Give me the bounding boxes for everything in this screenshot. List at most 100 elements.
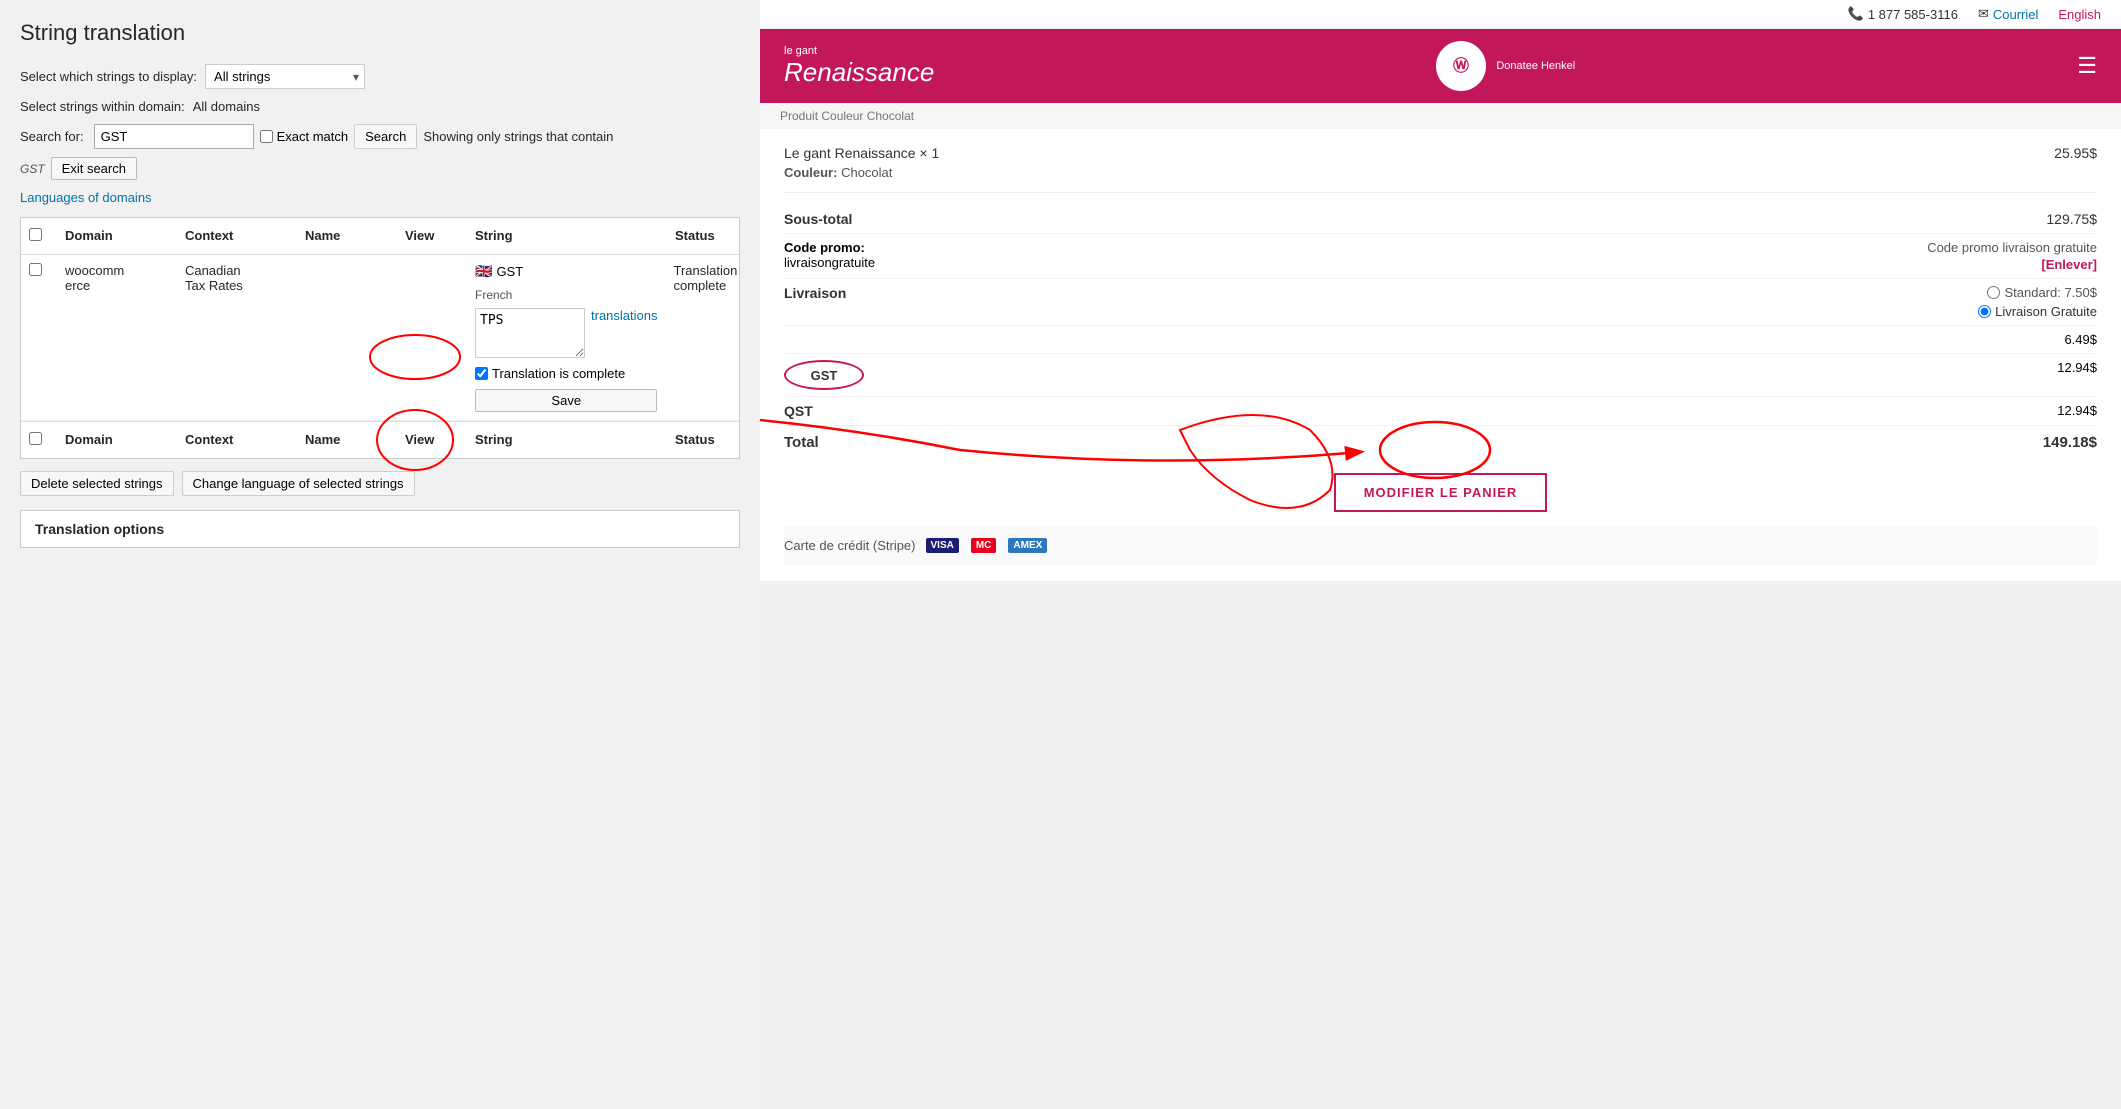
table-footer-header: Domain Context Name View String Status [21,421,739,458]
payment-row: Carte de crédit (Stripe) VISA MC AMEX [784,526,2097,565]
logo-svg: Ⓦ [1436,41,1486,91]
shipping-standard-radio[interactable] [1987,286,2000,299]
french-input-row: TPS translations [475,308,657,358]
search-button[interactable]: Search [354,124,417,149]
modifier-panier-button[interactable]: MODIFIER LE PANIER [1334,473,1548,512]
col-context: Context [177,224,297,248]
display-select-row: Select which strings to display: All str… [20,64,740,89]
row-string-cell: 🇬🇧 GST French TPS translations Translati… [467,259,665,416]
promo-code: livraisongratuite [784,255,875,270]
display-select-wrapper: All strings Untranslated strings Transla… [205,64,365,89]
right-panel: 📞 1 877 585-3116 ✉ Courriel English le g… [760,0,2121,1109]
languages-of-domains-link[interactable]: Languages of domains [20,190,152,205]
footer-col-context: Context [177,428,297,452]
phone-info: 📞 1 877 585-3116 [1848,6,1958,22]
product-price: 25.95$ [2054,145,2097,161]
footer-col-view: View [397,428,467,452]
qst-value: 12.94$ [2057,403,2097,419]
logo-icon: Ⓦ [1436,41,1486,91]
select-all-checkbox[interactable] [29,228,42,241]
courriel-info: ✉ Courriel [1978,6,2038,22]
footer-col-string: String [467,428,667,452]
exact-match-label: Exact match [277,129,349,144]
row-domain: woocommerce [57,259,177,297]
cart-content: Le gant Renaissance × 1 Couleur: Chocola… [760,129,2121,581]
promo-label-text: Code promo: [784,240,865,255]
french-translation-input[interactable]: TPS [475,308,585,358]
showing-text: Showing only strings that contain [423,129,613,144]
row-view [397,259,467,267]
row-name [297,259,397,267]
phone-number: 1 877 585-3116 [1868,7,1958,22]
total-value: 149.18$ [2043,434,2097,451]
product-row: Le gant Renaissance × 1 Couleur: Chocola… [784,145,2097,193]
domain-select-row: Select strings within domain: All domain… [20,99,740,114]
hamburger-menu[interactable]: ☰ [2077,53,2097,79]
language-toggle[interactable]: English [2058,7,2101,22]
promo-label: Code promo: livraisongratuite [784,240,875,270]
string-en-value: GST [496,264,523,279]
search-label: Search for: [20,129,84,144]
footer-select-all-checkbox[interactable] [29,432,42,445]
qst-row: QST 12.94$ [784,397,2097,426]
product-detail-label: Couleur: [784,165,837,180]
strings-table: Domain Context Name View String Status w… [20,217,740,459]
site-logo: le gant Renaissance [784,45,934,88]
domain-select-value: All domains [193,99,260,114]
gst-label-box: GST [784,360,864,390]
translation-options-box: Translation options [20,510,740,548]
promo-row: Code promo: livraisongratuite Code promo… [784,234,2097,279]
courriel-link[interactable]: Courriel [1993,7,2039,22]
breadcrumb: Produit Couleur Chocolat [760,103,2121,129]
gst-row: GST 12.94$ [784,354,2097,397]
product-name: Le gant Renaissance × 1 [784,145,939,161]
col-checkbox [21,224,57,248]
exact-match-checkbox[interactable] [260,130,273,143]
exit-search-button[interactable]: Exit search [51,157,137,180]
row-context: CanadianTax Rates [177,259,297,297]
shipping-standard-label: Standard: 7.50$ [2004,285,2097,300]
translations-link[interactable]: translations [591,308,657,323]
qst-label: QST [784,403,813,419]
payment-label: Carte de crédit (Stripe) [784,538,916,553]
search-input[interactable] [94,124,254,149]
logo-designer: Donatee Henkel [1496,60,1575,72]
translation-options-title: Translation options [35,521,164,537]
shipping-gratuite-radio[interactable] [1978,305,1991,318]
product-info: Le gant Renaissance × 1 Couleur: Chocola… [784,145,939,180]
mail-icon: ✉ [1978,6,1989,22]
svg-text:Ⓦ: Ⓦ [1453,56,1469,75]
site-header: le gant Renaissance Ⓦ Donatee Henkel ☰ [760,29,2121,103]
mc-badge: MC [971,538,997,553]
product-detail: Couleur: Chocolat [784,165,939,180]
livraison-value-row: 6.49$ [784,326,2097,354]
display-select[interactable]: All strings Untranslated strings Transla… [205,64,365,89]
footer-col-status: Status [667,428,760,452]
gst-label-text: GST [811,368,838,383]
gst-value: 12.94$ [2057,360,2097,390]
delete-selected-button[interactable]: Delete selected strings [20,471,174,496]
shipping-standard-option[interactable]: Standard: 7.50$ [1987,285,2097,300]
translation-complete-checkbox[interactable] [475,367,488,380]
livraison-label: Livraison [784,285,846,319]
promo-right: Code promo livraison gratuite [Enlever] [1927,240,2097,272]
enlever-link[interactable]: [Enlever] [2041,257,2097,272]
page-title: String translation [20,20,740,46]
french-label: French [475,288,657,302]
domain-select-label: Select strings within domain: [20,99,185,114]
row-status: Translation complete [665,259,760,297]
sous-total-label: Sous-total [784,211,852,227]
total-label: Total [784,434,819,451]
col-view: View [397,224,467,248]
left-panel: String translation Select which strings … [0,0,760,1109]
livraison-value: 6.49$ [2064,332,2097,347]
exit-search-row: GST Exit search [20,157,740,180]
save-button[interactable]: Save [475,389,657,412]
gst-badge: GST [20,162,45,176]
search-row: Search for: Exact match Search Showing o… [20,124,740,149]
row-checkbox-cell [21,259,57,283]
row-checkbox[interactable] [29,263,42,276]
change-language-button[interactable]: Change language of selected strings [182,471,415,496]
shipping-gratuite-option[interactable]: Livraison Gratuite [1978,304,2097,319]
phone-icon: 📞 [1848,6,1864,22]
